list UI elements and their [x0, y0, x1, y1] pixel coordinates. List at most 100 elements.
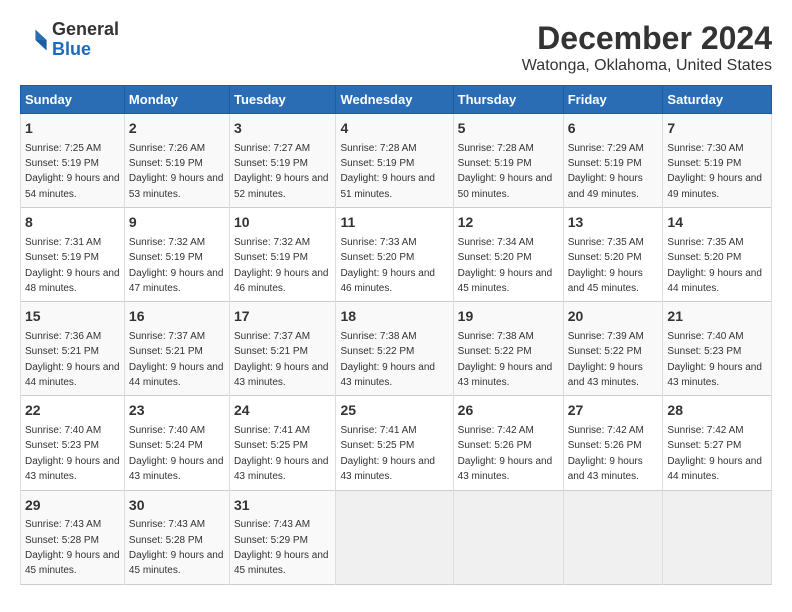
day-info: Sunrise: 7:38 AM Sunset: 5:22 PM Dayligh… — [340, 331, 435, 388]
table-row: 5 Sunrise: 7:28 AM Sunset: 5:19 PM Dayli… — [453, 114, 563, 208]
day-number: 24 — [234, 401, 331, 421]
day-number: 22 — [25, 401, 120, 421]
header-thursday: Thursday — [453, 86, 563, 114]
weekday-header-row: Sunday Monday Tuesday Wednesday Thursday… — [21, 86, 772, 114]
day-info: Sunrise: 7:32 AM Sunset: 5:19 PM Dayligh… — [234, 237, 329, 294]
day-info: Sunrise: 7:32 AM Sunset: 5:19 PM Dayligh… — [129, 237, 224, 294]
day-info: Sunrise: 7:42 AM Sunset: 5:26 PM Dayligh… — [568, 425, 644, 482]
day-number: 14 — [667, 213, 767, 233]
table-row — [663, 490, 772, 584]
day-number: 3 — [234, 119, 331, 139]
table-row: 4 Sunrise: 7:28 AM Sunset: 5:19 PM Dayli… — [336, 114, 453, 208]
table-row: 18 Sunrise: 7:38 AM Sunset: 5:22 PM Dayl… — [336, 302, 453, 396]
table-row: 13 Sunrise: 7:35 AM Sunset: 5:20 PM Dayl… — [563, 208, 663, 302]
day-info: Sunrise: 7:42 AM Sunset: 5:26 PM Dayligh… — [458, 425, 553, 482]
page-header: General Blue December 2024 Watonga, Okla… — [20, 20, 772, 75]
day-info: Sunrise: 7:31 AM Sunset: 5:19 PM Dayligh… — [25, 237, 120, 294]
day-info: Sunrise: 7:38 AM Sunset: 5:22 PM Dayligh… — [458, 331, 553, 388]
table-row: 10 Sunrise: 7:32 AM Sunset: 5:19 PM Dayl… — [229, 208, 335, 302]
day-number: 4 — [340, 119, 448, 139]
day-number: 27 — [568, 401, 659, 421]
table-row: 17 Sunrise: 7:37 AM Sunset: 5:21 PM Dayl… — [229, 302, 335, 396]
title-block: December 2024 Watonga, Oklahoma, United … — [522, 20, 772, 75]
header-sunday: Sunday — [21, 86, 125, 114]
day-info: Sunrise: 7:43 AM Sunset: 5:28 PM Dayligh… — [129, 519, 224, 576]
table-row: 20 Sunrise: 7:39 AM Sunset: 5:22 PM Dayl… — [563, 302, 663, 396]
day-info: Sunrise: 7:40 AM Sunset: 5:23 PM Dayligh… — [25, 425, 120, 482]
table-row: 11 Sunrise: 7:33 AM Sunset: 5:20 PM Dayl… — [336, 208, 453, 302]
day-number: 5 — [458, 119, 559, 139]
day-info: Sunrise: 7:41 AM Sunset: 5:25 PM Dayligh… — [340, 425, 435, 482]
day-number: 21 — [667, 307, 767, 327]
logo: General Blue — [20, 20, 119, 60]
day-number: 1 — [25, 119, 120, 139]
table-row — [453, 490, 563, 584]
day-info: Sunrise: 7:43 AM Sunset: 5:28 PM Dayligh… — [25, 519, 120, 576]
header-friday: Friday — [563, 86, 663, 114]
table-row: 26 Sunrise: 7:42 AM Sunset: 5:26 PM Dayl… — [453, 396, 563, 490]
table-row: 9 Sunrise: 7:32 AM Sunset: 5:19 PM Dayli… — [124, 208, 229, 302]
day-info: Sunrise: 7:30 AM Sunset: 5:19 PM Dayligh… — [667, 143, 762, 200]
table-row: 2 Sunrise: 7:26 AM Sunset: 5:19 PM Dayli… — [124, 114, 229, 208]
table-row: 27 Sunrise: 7:42 AM Sunset: 5:26 PM Dayl… — [563, 396, 663, 490]
day-number: 12 — [458, 213, 559, 233]
table-row: 31 Sunrise: 7:43 AM Sunset: 5:29 PM Dayl… — [229, 490, 335, 584]
table-row: 30 Sunrise: 7:43 AM Sunset: 5:28 PM Dayl… — [124, 490, 229, 584]
table-row: 1 Sunrise: 7:25 AM Sunset: 5:19 PM Dayli… — [21, 114, 125, 208]
day-info: Sunrise: 7:36 AM Sunset: 5:21 PM Dayligh… — [25, 331, 120, 388]
header-tuesday: Tuesday — [229, 86, 335, 114]
day-number: 25 — [340, 401, 448, 421]
day-number: 16 — [129, 307, 225, 327]
day-number: 8 — [25, 213, 120, 233]
day-info: Sunrise: 7:40 AM Sunset: 5:23 PM Dayligh… — [667, 331, 762, 388]
day-number: 23 — [129, 401, 225, 421]
day-number: 2 — [129, 119, 225, 139]
header-monday: Monday — [124, 86, 229, 114]
day-number: 26 — [458, 401, 559, 421]
day-number: 10 — [234, 213, 331, 233]
day-info: Sunrise: 7:27 AM Sunset: 5:19 PM Dayligh… — [234, 143, 329, 200]
table-row: 23 Sunrise: 7:40 AM Sunset: 5:24 PM Dayl… — [124, 396, 229, 490]
day-info: Sunrise: 7:37 AM Sunset: 5:21 PM Dayligh… — [234, 331, 329, 388]
day-number: 6 — [568, 119, 659, 139]
table-row: 15 Sunrise: 7:36 AM Sunset: 5:21 PM Dayl… — [21, 302, 125, 396]
day-info: Sunrise: 7:43 AM Sunset: 5:29 PM Dayligh… — [234, 519, 329, 576]
day-number: 11 — [340, 213, 448, 233]
logo-text: General Blue — [52, 20, 119, 60]
table-row: 12 Sunrise: 7:34 AM Sunset: 5:20 PM Dayl… — [453, 208, 563, 302]
table-row: 21 Sunrise: 7:40 AM Sunset: 5:23 PM Dayl… — [663, 302, 772, 396]
day-number: 28 — [667, 401, 767, 421]
table-row: 19 Sunrise: 7:38 AM Sunset: 5:22 PM Dayl… — [453, 302, 563, 396]
table-row: 29 Sunrise: 7:43 AM Sunset: 5:28 PM Dayl… — [21, 490, 125, 584]
day-number: 20 — [568, 307, 659, 327]
day-info: Sunrise: 7:28 AM Sunset: 5:19 PM Dayligh… — [340, 143, 435, 200]
day-number: 15 — [25, 307, 120, 327]
day-number: 30 — [129, 496, 225, 516]
day-info: Sunrise: 7:35 AM Sunset: 5:20 PM Dayligh… — [568, 237, 644, 294]
day-info: Sunrise: 7:28 AM Sunset: 5:19 PM Dayligh… — [458, 143, 553, 200]
day-number: 19 — [458, 307, 559, 327]
table-row: 7 Sunrise: 7:30 AM Sunset: 5:19 PM Dayli… — [663, 114, 772, 208]
table-row: 8 Sunrise: 7:31 AM Sunset: 5:19 PM Dayli… — [21, 208, 125, 302]
calendar-title: December 2024 — [522, 20, 772, 57]
table-row — [336, 490, 453, 584]
table-row: 6 Sunrise: 7:29 AM Sunset: 5:19 PM Dayli… — [563, 114, 663, 208]
logo-icon — [20, 26, 48, 54]
day-info: Sunrise: 7:26 AM Sunset: 5:19 PM Dayligh… — [129, 143, 224, 200]
day-number: 17 — [234, 307, 331, 327]
day-info: Sunrise: 7:29 AM Sunset: 5:19 PM Dayligh… — [568, 143, 644, 200]
header-wednesday: Wednesday — [336, 86, 453, 114]
day-info: Sunrise: 7:39 AM Sunset: 5:22 PM Dayligh… — [568, 331, 644, 388]
day-number: 31 — [234, 496, 331, 516]
table-row — [563, 490, 663, 584]
day-number: 18 — [340, 307, 448, 327]
header-saturday: Saturday — [663, 86, 772, 114]
table-row: 28 Sunrise: 7:42 AM Sunset: 5:27 PM Dayl… — [663, 396, 772, 490]
day-info: Sunrise: 7:25 AM Sunset: 5:19 PM Dayligh… — [25, 143, 120, 200]
calendar-subtitle: Watonga, Oklahoma, United States — [522, 57, 772, 75]
day-info: Sunrise: 7:41 AM Sunset: 5:25 PM Dayligh… — [234, 425, 329, 482]
table-row: 25 Sunrise: 7:41 AM Sunset: 5:25 PM Dayl… — [336, 396, 453, 490]
day-number: 13 — [568, 213, 659, 233]
day-info: Sunrise: 7:35 AM Sunset: 5:20 PM Dayligh… — [667, 237, 762, 294]
day-number: 9 — [129, 213, 225, 233]
